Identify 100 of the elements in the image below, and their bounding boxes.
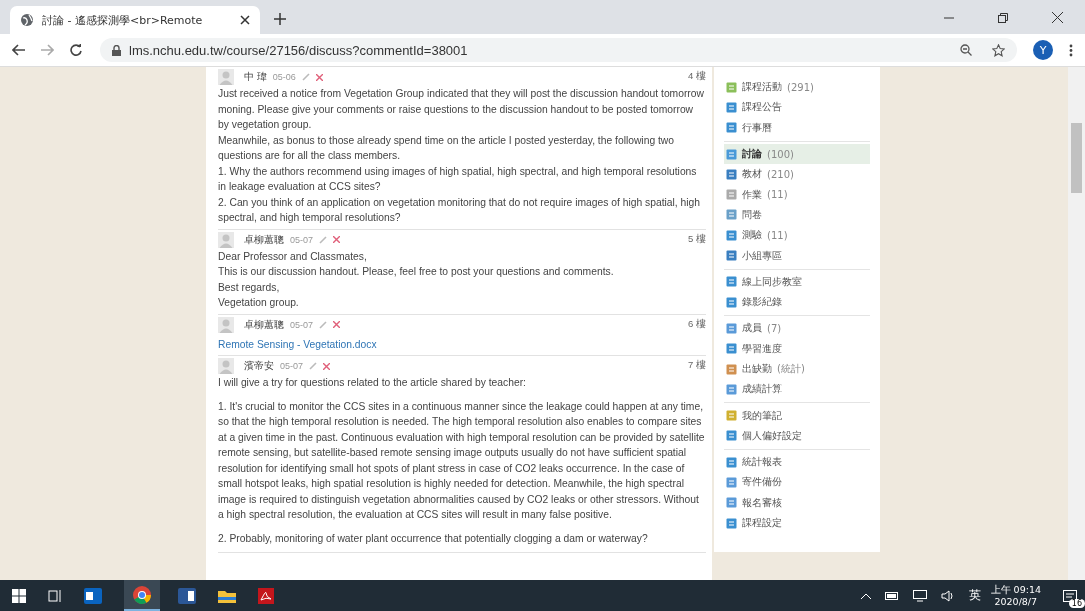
menu-item-icon (726, 276, 737, 288)
star-icon[interactable] (992, 43, 1005, 57)
sidebar-item[interactable]: 線上同步教室 (724, 271, 870, 292)
tab-title: 討論 - 遙感探測學<br>Remote (42, 12, 204, 28)
network-icon[interactable] (912, 589, 927, 602)
menu-item-icon (726, 101, 737, 113)
sidebar-item[interactable]: 課程設定 (724, 512, 870, 534)
post-paragraph: I will give a try for questions related to the article shared by teacher: (218, 376, 527, 390)
menu-item-icon (726, 383, 737, 395)
close-icon[interactable] (1052, 12, 1063, 23)
notification-button[interactable]: 16 (1055, 580, 1085, 611)
menu-item-icon (726, 250, 737, 261)
post-paragraph: Best regards, (218, 280, 281, 295)
sidebar-item[interactable]: 教材 (210) (724, 164, 870, 185)
sidebar-item[interactable]: 出缺勤 (統計) (724, 358, 870, 380)
avatar-icon (218, 316, 234, 333)
avatar-icon (218, 231, 234, 248)
delete-icon[interactable] (333, 236, 341, 243)
back-arrow-icon[interactable] (12, 44, 25, 56)
sidebar-item[interactable]: 成績計算 (724, 379, 870, 400)
menu-item-icon (726, 122, 737, 134)
floor-number: 5 樓 (688, 232, 706, 246)
menu-item-icon (726, 363, 737, 375)
sidebar-item[interactable]: 討論 (100) (724, 143, 870, 165)
zoom-icon[interactable] (960, 44, 972, 56)
sidebar-item[interactable]: 測驗 (11) (724, 225, 870, 246)
floor-number: 4 樓 (688, 70, 706, 83)
mail-app-icon[interactable] (84, 587, 102, 604)
sidebar-item[interactable]: 統計報表 (724, 452, 870, 473)
avatar-icon (218, 358, 234, 374)
post-paragraph: Vegetation group. (218, 296, 300, 310)
chevron-up-icon[interactable] (860, 592, 871, 599)
menu-item-icon (726, 322, 737, 334)
folder-icon[interactable] (218, 588, 236, 603)
menu-item-icon (726, 189, 737, 201)
windows-start-icon[interactable] (12, 588, 26, 603)
author-name[interactable]: 卓柳蕙聰 (244, 317, 284, 332)
post-paragraph: 2. Can you think of an application on vegetation monitoring that do not require images of high spatial, high spectral, and high temporal resolutions? (218, 195, 701, 225)
sidebar-item[interactable]: 我的筆記 (724, 405, 870, 426)
volume-icon[interactable] (940, 589, 955, 602)
menu-item-icon (726, 229, 737, 241)
avatar-icon (218, 69, 234, 85)
delete-icon[interactable] (333, 321, 341, 328)
menu-item-icon (726, 148, 737, 160)
delete-icon[interactable] (323, 362, 331, 370)
new-tab-icon[interactable] (274, 13, 286, 25)
menu-item-icon (726, 456, 737, 468)
lock-icon (112, 44, 121, 56)
menu-item-icon (726, 430, 737, 442)
task-view-icon[interactable] (48, 588, 62, 603)
sidebar-item[interactable]: 個人偏好設定 (724, 425, 870, 447)
reload-icon[interactable] (70, 44, 82, 56)
battery-icon[interactable] (884, 591, 899, 600)
menu-item-icon (726, 81, 737, 93)
menu-item-icon (726, 168, 737, 180)
floor-number: 6 樓 (688, 317, 706, 331)
post-paragraph: Dear Professor and Classmates, (218, 249, 368, 264)
author-name[interactable]: 中 瑋 (244, 70, 267, 84)
delete-icon[interactable] (315, 73, 323, 81)
post-date: 05-07 (290, 319, 314, 330)
sidebar-item[interactable]: 報名審核 (724, 492, 870, 513)
profile-avatar[interactable]: Y (1033, 40, 1053, 60)
sidebar-item[interactable]: 課程公告 (724, 97, 870, 118)
restore-icon[interactable] (998, 13, 1008, 23)
menu-item-icon (726, 343, 737, 355)
sidebar-item[interactable]: 問卷 (724, 204, 870, 226)
address-field[interactable]: lms.nchu.edu.tw/course/27156/discuss?commentId=38001 (100, 38, 1017, 62)
browser-tab[interactable]: 討論 - 遙感探測學<br>Remote (10, 6, 260, 34)
menu-icon[interactable] (1069, 43, 1073, 57)
post-date: 05-07 (290, 234, 314, 245)
author-name[interactable]: 卓柳蕙聰 (244, 232, 284, 247)
sidebar-item[interactable]: 成員 (7) (724, 318, 870, 339)
clock[interactable]: 上午 09:14 2020/8/7 (990, 583, 1041, 608)
menu-item-icon (726, 296, 737, 308)
scrollbar[interactable] (1068, 67, 1085, 580)
author-name[interactable]: 濱帝安 (244, 359, 274, 373)
menu-item-icon (726, 517, 737, 529)
document-app-icon[interactable] (178, 587, 196, 604)
menu-item-icon (726, 410, 737, 422)
sidebar-item[interactable]: 課程活動 (291) (724, 77, 870, 98)
sidebar-item[interactable]: 作業 (11) (724, 184, 870, 205)
attachment-link[interactable]: Remote Sensing - Vegetation.docx (218, 338, 377, 350)
menu-item-icon (726, 497, 737, 509)
post-paragraph: This is our discussion handout. Please, feel free to post your questions and comments. (218, 265, 615, 279)
post-paragraph: 1. Why the authors recommend using images of high spatial, high spectral, and high temporal resolutions in leakage evaluation at CCS sites? (218, 164, 698, 194)
pdf-app-icon[interactable] (258, 587, 274, 604)
globe-icon (20, 13, 34, 27)
input-method-indicator[interactable]: 英 (968, 587, 981, 604)
sidebar-item[interactable]: 小組專區 (724, 245, 870, 266)
browser-app-icon[interactable] (133, 585, 151, 604)
post-paragraph: 1. It's crucial to monitor the CCS sites in a continuous manner since the leakage could happen at any time, so that the high temporal resolution is needed. The high temporal resolution also enables to compare sites at a given time in the past. Continuous evaluation with high temporal resolution can be provided by satellite remote sensing, but satellite-based remote sensing image outputs usually do not have sufficient spatial resolution for identifying small hot spots of plant stress in case of CO2 leaks occurrence. In the case of small hotspot leaks, high spatial resolution is highly needed for detection. Meanwhile, the high spectral image is required to distinguish vegetation abnormalities caused by CO2 leaks or other stressors. Without a high spectral resolution, the evaluation at CCS sites will result in many false positive. (218, 399, 706, 522)
post-date: 05-07 (280, 361, 304, 371)
post-paragraph: 2. Probably, monitoring of water plant occurrence that potentially clogging a dam or waterway? (218, 531, 649, 546)
sidebar-item[interactable]: 錄影紀錄 (724, 291, 870, 313)
menu-item-icon (726, 209, 737, 221)
post-paragraph: Just received a notice from Vegetation Group indicated that they will post the discussion handout tomorrow moning. Please give your comments or raise questions to the discussion handout to be posted tomorrow by vegetation group. (218, 87, 705, 132)
sidebar-item[interactable]: 學習進度 (724, 338, 870, 359)
close-icon[interactable] (240, 15, 250, 25)
sidebar-item[interactable]: 行事曆 (724, 117, 870, 138)
sidebar-item[interactable]: 寄件備份 (724, 472, 870, 493)
